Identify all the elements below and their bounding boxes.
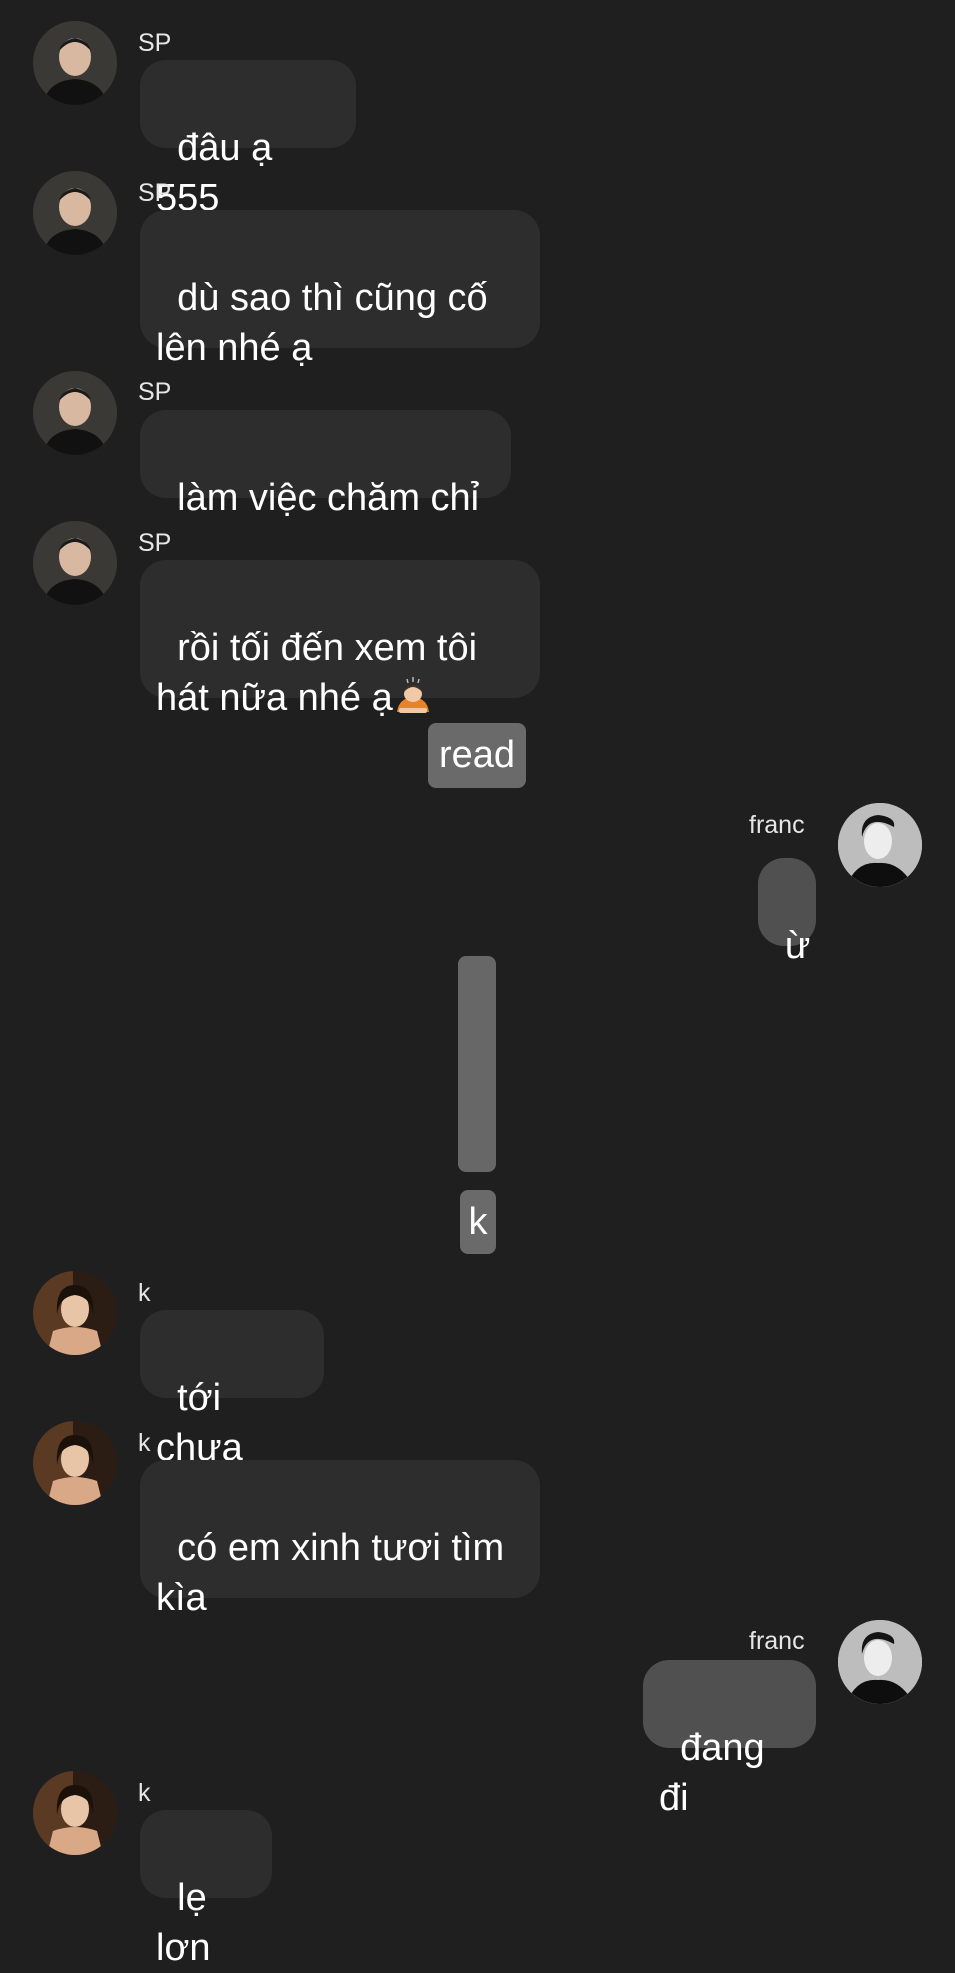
avatar-franc[interactable] [838,1620,922,1704]
message-bubble[interactable]: lẹ lơn [140,1810,272,1969]
avatar-sp-image [33,171,117,255]
avatar-sp[interactable] [33,171,117,255]
read-receipt-tag: read [428,723,526,788]
avatar-sp-image [33,371,117,455]
sender-name: k [138,1279,151,1307]
media-placeholder-bar [458,956,496,1172]
avatar-k[interactable] [33,1421,117,1505]
sender-name: k [138,1779,151,1807]
avatar-sp-image [33,21,117,105]
avatar-franc-image [838,803,922,887]
avatar-k-image [33,1771,117,1855]
avatar-k[interactable] [33,1771,117,1855]
avatar-sp[interactable] [33,521,117,605]
sender-name: SP [138,378,172,406]
message-bubble[interactable]: dù sao thì cũng cố lên nhé ạ [140,210,540,369]
avatar-sp[interactable] [33,21,117,105]
avatar-k-image [33,1421,117,1505]
sender-name: SP [138,529,172,557]
message-bubble[interactable]: đâu ạ 555 [140,60,356,219]
message-text: có em xinh tươi tìm kìa [156,1527,505,1619]
message-bubble[interactable]: rồi tối đến xem tôi hát nữa nhé ạ [140,560,540,719]
message-bubble-outgoing[interactable]: đang đi [643,1660,816,1819]
message-text: dù sao thì cũng cố lên nhé ạ [156,277,488,369]
message-text: đâu ạ 555 [156,127,283,219]
sender-name: SP [138,179,172,207]
message-text: tới chưa [156,1377,243,1469]
sender-name: franc [749,1627,805,1655]
message-bubble[interactable]: làm việc chăm chỉ [140,410,511,519]
avatar-sp-image [33,521,117,605]
sender-name: franc [749,811,805,839]
message-bubble[interactable]: có em xinh tươi tìm kìa [140,1460,540,1619]
avatar-k[interactable] [33,1271,117,1355]
message-text: ừ [784,925,811,967]
message-bubble-outgoing[interactable]: ừ [758,858,816,967]
bowing-person-emoji-icon [396,677,429,713]
avatar-k-image [33,1271,117,1355]
avatar-franc[interactable] [838,803,922,887]
avatar-sp[interactable] [33,371,117,455]
sender-name: SP [138,29,172,57]
message-text: làm việc chăm chỉ [177,477,480,519]
name-tag: k [460,1190,496,1254]
message-text: đang đi [659,1727,776,1819]
message-bubble[interactable]: tới chưa [140,1310,324,1469]
avatar-franc-image [838,1620,922,1704]
message-text: lẹ lơn [156,1877,218,1969]
sender-name: k [138,1429,151,1457]
